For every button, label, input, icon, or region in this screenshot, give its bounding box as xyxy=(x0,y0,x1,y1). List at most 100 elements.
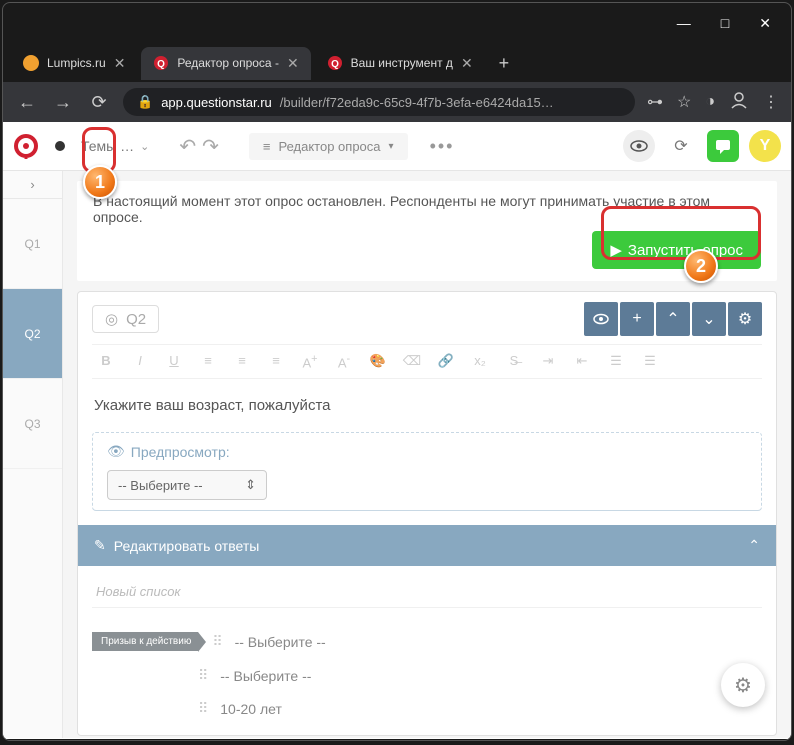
ul-button[interactable]: ☰ xyxy=(640,353,660,370)
align-center-button[interactable]: ≡ xyxy=(232,353,252,370)
play-icon: ▶ xyxy=(610,241,622,259)
url-input[interactable]: 🔒 app.questionstar.ru/builder/f72eda9c-6… xyxy=(123,88,635,116)
settings-button[interactable]: ⚙ xyxy=(728,302,762,336)
answer-row-cta[interactable]: Призыв к действию ⠿ -- Выберите -- xyxy=(92,624,762,659)
align-right-button[interactable]: ≡ xyxy=(266,353,286,370)
nav-reload[interactable]: ⟳ xyxy=(87,92,111,113)
sidebar-q3[interactable]: Q3 xyxy=(3,379,62,469)
pencil-icon: ✎ xyxy=(94,537,106,554)
drag-handle-icon[interactable]: ⠿ xyxy=(198,667,206,684)
rich-text-toolbar: B I U ≡ ≡ ≡ A+ A- 🎨 ⌫ 🔗 x₂ S̶ ⇥ xyxy=(92,344,762,379)
star-icon[interactable]: ☆ xyxy=(677,92,691,112)
more-menu[interactable]: ••• xyxy=(430,136,455,157)
menu-icon[interactable]: ⋮ xyxy=(763,92,779,112)
question-id-badge[interactable]: ◎ Q2 xyxy=(92,305,159,333)
answer-text: -- Выберите -- xyxy=(220,668,311,684)
url-path: /builder/f72eda9c-65c9-4f7b-3efa-e6424da… xyxy=(280,95,554,110)
lock-icon: 🔒 xyxy=(137,94,153,110)
align-left-button[interactable]: ≡ xyxy=(198,353,218,370)
survey-stopped-notice: В настоящий момент этот опрос остановлен… xyxy=(77,181,777,281)
answer-text: 10-20 лет xyxy=(220,701,282,717)
subscript-button[interactable]: x₂ xyxy=(470,353,490,370)
eye-icon: 👁 xyxy=(107,443,125,460)
cta-badge: Призыв к действию xyxy=(92,632,198,651)
window-maximize[interactable]: □ xyxy=(721,15,729,32)
launch-survey-button[interactable]: ▶ Запустить опрос xyxy=(592,231,761,269)
undo-button[interactable]: ↶ xyxy=(179,134,196,159)
link-button[interactable]: 🔗 xyxy=(436,353,456,370)
answer-row[interactable]: ⠿ -- Выберите -- xyxy=(92,659,762,692)
window-minimize[interactable]: — xyxy=(677,15,691,32)
themes-label: Темы … xyxy=(81,138,134,154)
window-close[interactable]: ✕ xyxy=(759,15,771,32)
undo-redo-group: ↶ ↷ xyxy=(179,134,219,159)
indent-button[interactable]: ⇥ xyxy=(538,353,558,370)
bold-button[interactable]: B xyxy=(96,353,116,370)
tab-bar: Lumpics.ru ✕ Q Редактор опроса - ✕ Q Ваш… xyxy=(3,44,791,82)
editor-mode-dropdown[interactable]: ≡ Редактор опроса ▾ xyxy=(249,133,408,160)
font-increase-button[interactable]: A+ xyxy=(300,353,320,370)
user-avatar[interactable]: Y xyxy=(749,130,781,162)
font-decrease-button[interactable]: A- xyxy=(334,353,354,370)
close-tab-icon[interactable]: ✕ xyxy=(287,55,299,72)
close-tab-icon[interactable]: ✕ xyxy=(114,55,126,72)
survey-status-dot xyxy=(55,141,65,151)
preview-select[interactable]: -- Выберите -- ⇕ xyxy=(107,470,267,500)
question-text[interactable]: Укажите ваш возраст, пожалуйста xyxy=(92,387,762,424)
svg-text:Q: Q xyxy=(158,59,166,70)
move-down-button[interactable]: ⌄ xyxy=(692,302,726,336)
tab-title: Lumpics.ru xyxy=(47,56,106,70)
browser-tab-editor[interactable]: Q Редактор опроса - ✕ xyxy=(141,47,310,80)
close-tab-icon[interactable]: ✕ xyxy=(461,55,473,72)
redo-button[interactable]: ↷ xyxy=(202,134,219,159)
preview-label: 👁 Предпросмотр: xyxy=(107,443,747,460)
ol-button[interactable]: ☰ xyxy=(606,353,626,370)
edit-answers-header[interactable]: ✎ Редактировать ответы ⌃ xyxy=(78,525,776,566)
answer-text: -- Выберите -- xyxy=(235,634,326,650)
answer-row[interactable]: ⠿ 10-20 лет xyxy=(92,692,762,725)
drag-handle-icon[interactable]: ⠿ xyxy=(212,633,220,650)
move-up-button[interactable]: ⌃ xyxy=(656,302,690,336)
chevron-down-icon: ▾ xyxy=(389,141,394,152)
url-domain: app.questionstar.ru xyxy=(161,95,272,110)
app-root: Темы … ⌄ ↶ ↷ ≡ Редактор опроса ▾ ••• ⟳ xyxy=(3,122,791,739)
target-icon: ◎ xyxy=(105,310,118,328)
nav-forward[interactable]: → xyxy=(51,92,75,113)
themes-dropdown[interactable]: Темы … ⌄ xyxy=(81,138,149,154)
sync-button[interactable]: ⟳ xyxy=(665,130,697,162)
preview-button[interactable] xyxy=(623,130,655,162)
chat-button[interactable] xyxy=(707,130,739,162)
chevron-down-icon: ⌄ xyxy=(140,140,149,153)
clear-format-button[interactable]: ⌫ xyxy=(402,353,422,370)
svg-text:Q: Q xyxy=(331,59,339,70)
sidebar-expand[interactable]: › xyxy=(3,171,62,199)
sidebar-q1[interactable]: Q1 xyxy=(3,199,62,289)
new-list-label: Новый список xyxy=(92,578,762,608)
question-id: Q2 xyxy=(126,311,146,328)
toolbar-right: ⟳ Y xyxy=(623,130,781,162)
question-actions: + ⌃ ⌄ ⚙ xyxy=(584,302,762,336)
italic-button[interactable]: I xyxy=(130,353,150,370)
browser-tab-instrument[interactable]: Q Ваш инструмент д ✕ xyxy=(315,47,485,80)
list-icon: ≡ xyxy=(263,139,271,154)
sidebar-q2[interactable]: Q2 xyxy=(3,289,62,379)
nav-back[interactable]: ← xyxy=(15,92,39,113)
browser-window: — □ ✕ Lumpics.ru ✕ Q Редактор опроса - ✕… xyxy=(2,2,792,741)
content-area: В настоящий момент этот опрос остановлен… xyxy=(63,171,791,738)
strike-button[interactable]: S̶ xyxy=(504,353,524,370)
text-color-button[interactable]: 🎨 xyxy=(368,353,388,370)
chevron-up-icon: ⌃ xyxy=(748,537,760,554)
outdent-button[interactable]: ⇤ xyxy=(572,353,592,370)
drag-handle-icon[interactable]: ⠿ xyxy=(198,700,206,717)
new-tab-button[interactable]: + xyxy=(489,53,520,74)
main-area: › Q1 Q2 Q3 В настоящий момент этот опрос… xyxy=(3,171,791,738)
app-logo[interactable] xyxy=(13,133,39,159)
add-button[interactable]: + xyxy=(620,302,654,336)
visibility-button[interactable] xyxy=(584,302,618,336)
extension-icon[interactable]: ◑ xyxy=(705,93,715,111)
key-icon[interactable]: ⊶ xyxy=(647,92,663,112)
underline-button[interactable]: U xyxy=(164,353,184,370)
floating-settings-button[interactable]: ⚙ xyxy=(721,663,765,707)
browser-tab-lumpics[interactable]: Lumpics.ru ✕ xyxy=(11,47,137,80)
profile-icon[interactable] xyxy=(729,90,749,115)
